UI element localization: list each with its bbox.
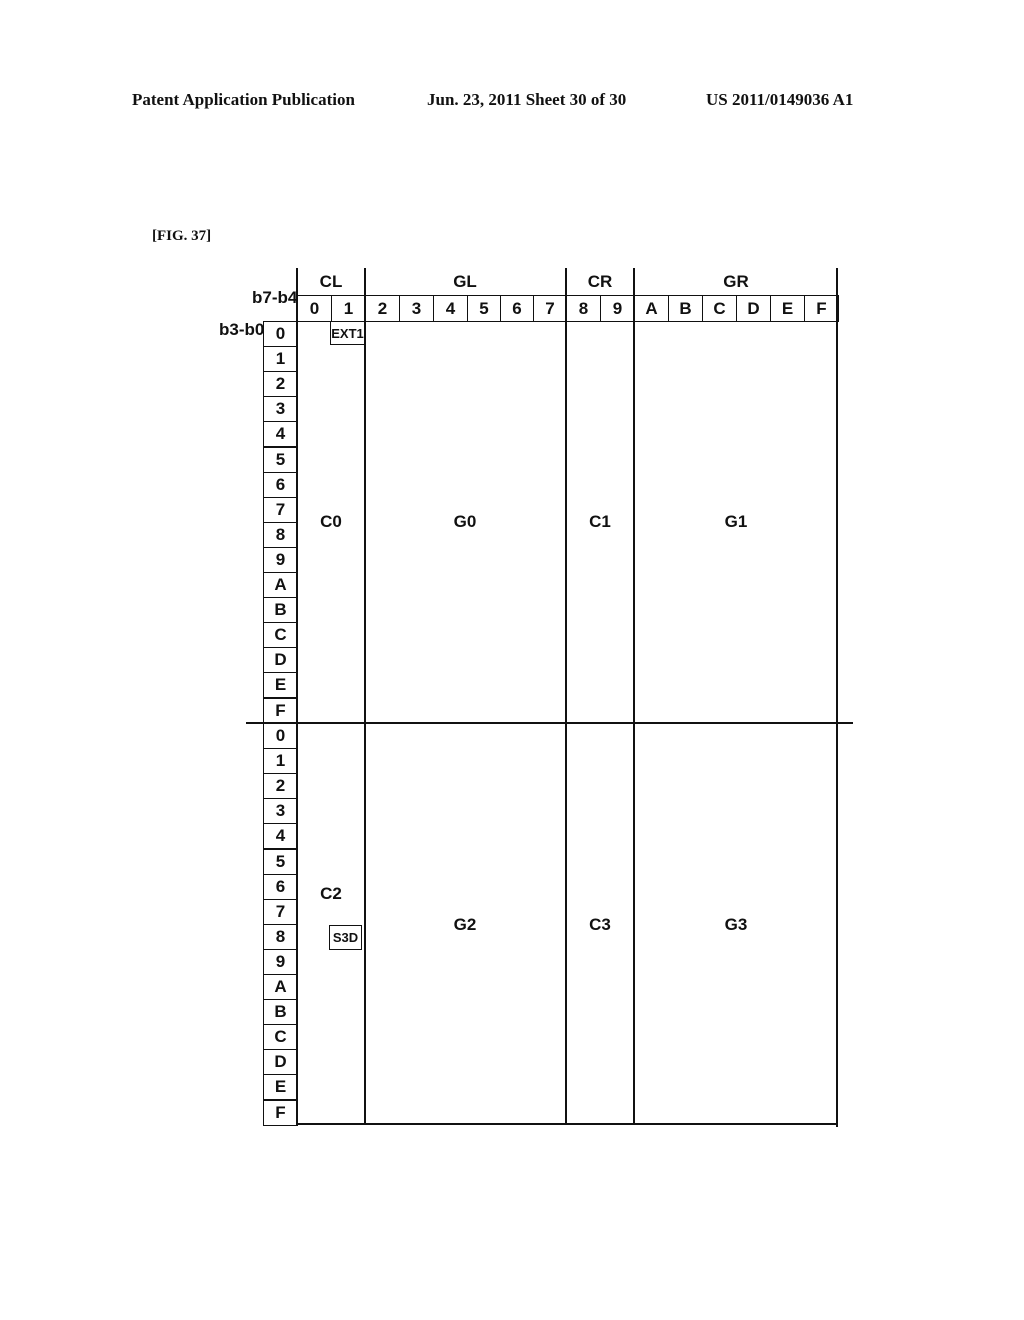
row-header-cell: 6 [263,471,298,498]
s3d-tag: S3D [329,925,362,950]
publication-date-sheet: Jun. 23, 2011 Sheet 30 of 30 [427,90,627,109]
row-header-cell: 5 [263,848,298,875]
column-header-cell: B [668,295,703,322]
column-group-label: GR [723,272,749,291]
group-divider-line [364,268,366,1125]
row-header-cell: 9 [263,948,298,975]
group-divider-line [633,268,635,1125]
row-header-cell: 3 [263,798,298,825]
column-header-cell: 9 [600,295,635,322]
region-label: C1 [589,512,611,531]
column-group-label: CL [319,272,343,291]
row-header-cell: A [263,974,298,1001]
row-header-cell: C [263,622,298,649]
row-axis-label: b3-b0 [219,320,265,339]
region-label: C3 [589,915,611,934]
column-header-cell: 3 [399,295,434,322]
column-header-cell: D [736,295,771,322]
column-header-cell: 2 [365,295,400,322]
region-label: G1 [724,512,748,531]
row-header-cell: 8 [263,521,298,548]
column-header-cell: A [634,295,669,322]
publication-title: Patent Application Publication [132,90,355,109]
row-header-cell: 4 [263,421,298,448]
row-header-cell: 2 [263,371,298,398]
column-header-cell: 4 [433,295,468,322]
region-label: G3 [724,915,748,934]
row-header-cell: 4 [263,823,298,850]
row-header-cell: 3 [263,396,298,423]
group-divider-line [836,268,838,1127]
row-header-cell: 7 [263,898,298,925]
column-group-label: CR [587,272,613,291]
table-bottom-line [296,1123,838,1125]
row-header-cell: A [263,572,298,599]
row-header-cell: 8 [263,923,298,950]
row-header-cell: 1 [263,346,298,373]
column-axis-label: b7-b4 [252,288,298,307]
region-label: G0 [453,512,477,531]
column-header-cell: E [770,295,805,322]
row-header-cell: C [263,1024,298,1051]
row-header-cell: E [263,672,298,699]
row-header-cell: B [263,597,298,624]
column-header-cell: C [702,295,737,322]
column-group-label: GL [453,272,477,291]
row-header-cell: 5 [263,446,298,473]
row-header-cell: F [263,697,298,724]
column-header-cell: 6 [500,295,534,322]
ext1-tag: EXT1 [330,321,365,345]
group-divider-line [296,268,298,1125]
row-header-cell: D [263,647,298,674]
column-header-cell: 5 [467,295,501,322]
region-label: G2 [453,915,477,934]
column-header-cell: 0 [297,295,332,322]
row-header-cell: 0 [263,321,298,348]
column-header-cell: 1 [331,295,366,322]
region-label: C2 [320,884,342,903]
row-header-cell: D [263,1049,298,1076]
group-divider-line [565,268,567,1125]
column-header-cell: 7 [533,295,567,322]
row-header-cell: 2 [263,773,298,800]
row-header-cell: 9 [263,546,298,573]
row-header-cell: E [263,1074,298,1101]
column-header-cell: 8 [566,295,601,322]
row-header-cell: F [263,1099,298,1126]
row-header-cell: 1 [263,748,298,775]
half-separator-line [246,722,853,724]
region-label: C0 [320,512,342,531]
row-header-cell: 0 [263,723,298,750]
row-header-cell: 6 [263,873,298,900]
row-header-cell: B [263,999,298,1026]
publication-number: US 2011/0149036 A1 [706,90,854,109]
column-header-cell: F [804,295,839,322]
row-header-cell: 7 [263,496,298,523]
figure-label: [FIG. 37] [152,228,212,244]
